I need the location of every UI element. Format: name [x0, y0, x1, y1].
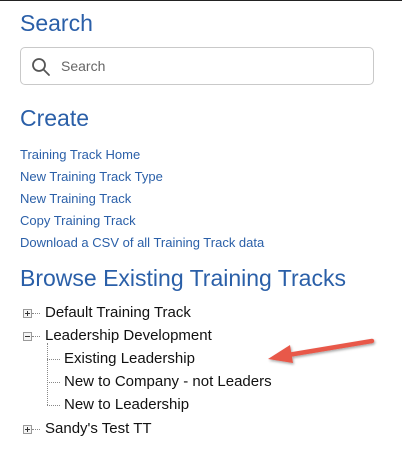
copy-training-track-link[interactable]: Copy Training Track: [20, 213, 136, 228]
tree-node-default-training-track[interactable]: Default Training Track: [45, 303, 191, 323]
tree-connector: [47, 382, 60, 383]
search-icon: [32, 58, 50, 76]
tree-connector: [32, 336, 40, 337]
create-links-list: Training Track Home New Training Track T…: [20, 144, 264, 254]
expand-toggle-icon[interactable]: [23, 309, 32, 318]
tree-node-leadership-development[interactable]: Leadership Development: [45, 326, 212, 346]
training-tracks-page: Search Create Training Track Home New Tr…: [0, 0, 402, 455]
create-heading: Create: [20, 105, 90, 131]
tree-connector: [32, 429, 40, 430]
browse-heading: Browse Existing Training Tracks: [20, 265, 346, 291]
tree-node-sandys-test-tt[interactable]: Sandy's Test TT: [45, 419, 152, 439]
tree-connector: [47, 343, 48, 405]
tree-node-existing-leadership[interactable]: Existing Leadership: [64, 349, 195, 369]
tree-connector: [32, 313, 40, 314]
new-training-track-link[interactable]: New Training Track: [20, 191, 131, 206]
tree-connector: [47, 405, 60, 406]
tree-node-new-to-company-not-leaders[interactable]: New to Company - not Leaders: [64, 372, 272, 392]
download-csv-link[interactable]: Download a CSV of all Training Track dat…: [20, 235, 264, 250]
collapse-toggle-icon[interactable]: [23, 332, 32, 341]
tree-node-new-to-leadership[interactable]: New to Leadership: [64, 395, 189, 415]
tree-connector: [47, 359, 60, 360]
expand-toggle-icon[interactable]: [23, 425, 32, 434]
search-box[interactable]: [20, 47, 374, 85]
search-input[interactable]: [61, 56, 361, 76]
training-track-home-link[interactable]: Training Track Home: [20, 147, 140, 162]
annotation-arrow-icon: [268, 338, 375, 363]
search-heading: Search: [20, 10, 93, 36]
new-training-track-type-link[interactable]: New Training Track Type: [20, 169, 163, 184]
